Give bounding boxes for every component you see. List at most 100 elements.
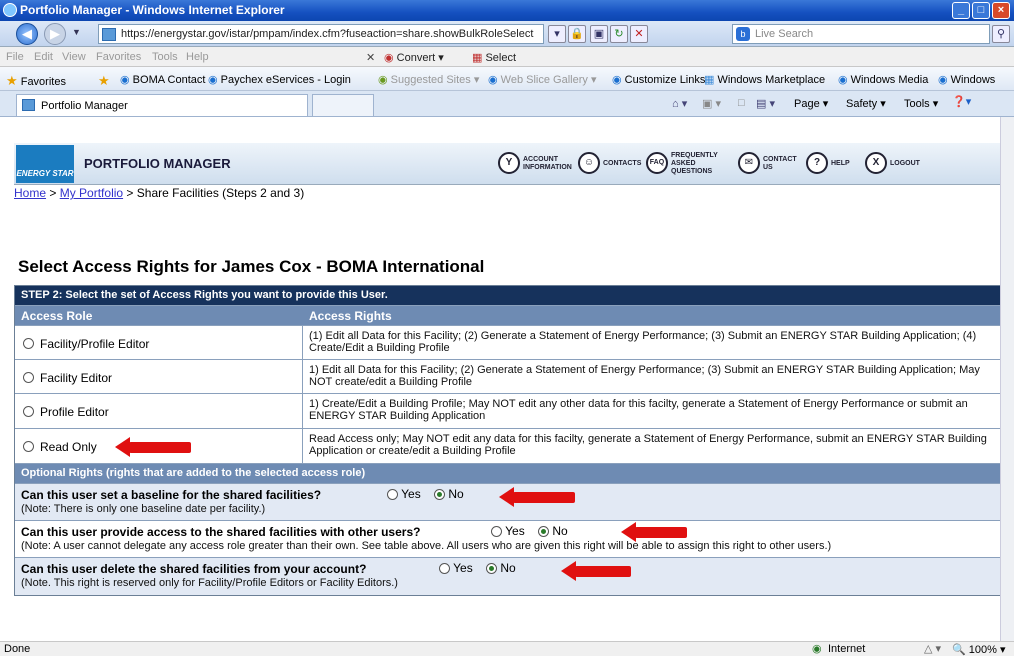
- menu-file[interactable]: File: [6, 51, 24, 63]
- radio-yes[interactable]: [439, 563, 450, 575]
- role-option-profile-editor[interactable]: Profile Editor: [15, 394, 303, 428]
- stop-icon[interactable]: ✕: [630, 25, 648, 43]
- help-circle-icon: ?: [806, 152, 828, 174]
- safety-menu[interactable]: Safety ▾: [846, 97, 886, 110]
- pm-title: PORTFOLIO MANAGER: [84, 156, 231, 171]
- address-dropdown-icon[interactable]: ▾: [548, 25, 566, 43]
- radio-yes[interactable]: [491, 526, 502, 538]
- delegate-no-option[interactable]: No: [538, 524, 568, 538]
- access-rights-table: STEP 2: Select the set of Access Rights …: [14, 285, 1002, 596]
- fav-link-windows[interactable]: ◉ Windows: [938, 73, 995, 86]
- zoom-control[interactable]: 🔍 100% ▾: [952, 643, 1005, 656]
- role-rights-text: Read Access only; May NOT edit any data …: [309, 433, 987, 457]
- read-mail-icon[interactable]: □: [738, 97, 745, 109]
- convert-close-icon[interactable]: ✕: [366, 51, 375, 64]
- lock-icon[interactable]: 🔒: [568, 25, 586, 43]
- optional-row-delete: Can this user delete the shared faciliti…: [15, 558, 1001, 595]
- menu-edit[interactable]: Edit: [34, 51, 53, 63]
- search-input[interactable]: b Live Search: [732, 24, 990, 44]
- close-button[interactable]: ×: [992, 2, 1010, 19]
- new-tab-button[interactable]: [312, 94, 374, 116]
- radio-no[interactable]: [538, 526, 550, 538]
- menu-tools[interactable]: Tools: [152, 51, 178, 63]
- tab-label: Portfolio Manager: [41, 100, 128, 112]
- fav-link-customize[interactable]: ◉ Customize Links: [612, 73, 705, 86]
- windows-icon: ▦: [704, 74, 715, 86]
- compatibility-icon[interactable]: ▣: [590, 25, 608, 43]
- baseline-options: Yes No: [387, 487, 474, 501]
- help-icon[interactable]: ❓▾: [952, 95, 971, 108]
- fav-link-marketplace[interactable]: ▦ Windows Marketplace: [704, 73, 825, 86]
- radio-no[interactable]: [434, 489, 446, 501]
- history-dropdown-icon[interactable]: ▼: [72, 27, 81, 37]
- yes-label: Yes: [453, 561, 473, 575]
- select-button[interactable]: ▦ Select: [472, 51, 516, 64]
- role-rights-text: 1) Create/Edit a Building Profile; May N…: [309, 398, 968, 422]
- fav-link-suggested[interactable]: ◉ Suggested Sites ▾: [378, 73, 479, 86]
- delete-no-option[interactable]: No: [486, 561, 516, 575]
- ie-page-icon: ◉: [938, 74, 948, 86]
- address-field[interactable]: https://energystar.gov/istar/pmpam/index…: [98, 24, 544, 44]
- tools-menu[interactable]: Tools ▾: [904, 97, 938, 110]
- favorites-label: Favorites: [20, 76, 66, 88]
- radio-no[interactable]: [486, 563, 498, 575]
- energy-star-logo[interactable]: ENERGY STAR: [16, 145, 74, 183]
- contacts-icon: ☺: [578, 152, 600, 174]
- role-radio[interactable]: [23, 441, 34, 453]
- table-row: Facility/Profile Editor (1) Edit all Dat…: [15, 326, 1001, 360]
- live-search-icon: b: [736, 27, 750, 41]
- refresh-icon[interactable]: ↻: [610, 25, 628, 43]
- role-option-facility-profile-editor[interactable]: Facility/Profile Editor: [15, 326, 303, 359]
- address-toolbar: ◀ ▶ ▼ https://energystar.gov/istar/pmpam…: [0, 21, 1014, 47]
- minimize-button[interactable]: _: [952, 2, 970, 19]
- zone-label: Internet: [828, 643, 866, 655]
- menu-view[interactable]: View: [62, 51, 86, 63]
- breadcrumb-portfolio[interactable]: My Portfolio: [60, 186, 123, 200]
- role-radio[interactable]: [23, 338, 34, 350]
- menu-favorites[interactable]: Favorites: [96, 51, 141, 63]
- no-label: No: [552, 524, 568, 538]
- page-title: Select Access Rights for James Cox - BOM…: [18, 257, 485, 276]
- tab-portfolio-manager[interactable]: Portfolio Manager: [16, 94, 308, 116]
- role-option-facility-editor[interactable]: Facility Editor: [15, 360, 303, 393]
- maximize-button[interactable]: □: [972, 2, 990, 19]
- vertical-scrollbar[interactable]: [1000, 117, 1014, 641]
- convert-button[interactable]: ◉ Convert ▾: [384, 51, 444, 64]
- breadcrumb-home[interactable]: Home: [14, 186, 46, 200]
- fav-link-webslice[interactable]: ◉ Web Slice Gallery ▾: [488, 73, 596, 86]
- question-text: Can this user set a baseline for the sha…: [21, 488, 322, 502]
- favorites-button[interactable]: ★ Favorites: [6, 73, 66, 89]
- protected-mode-icon[interactable]: △ ▾: [924, 642, 941, 655]
- role-radio[interactable]: [23, 406, 34, 418]
- table-header-row: Access Role Access Rights: [15, 306, 1001, 326]
- address-url: https://energystar.gov/istar/pmpam/index…: [121, 28, 534, 40]
- baseline-no-option[interactable]: No: [434, 487, 464, 501]
- nav-label: ACCOUNT INFORMATION: [523, 156, 572, 171]
- ie-page-icon: ◉: [208, 74, 218, 86]
- page-menu[interactable]: Page ▾: [794, 97, 828, 110]
- fav-link-paychex[interactable]: ◉ Paychex eServices - Login: [208, 73, 351, 86]
- zoom-level: 100%: [968, 644, 997, 656]
- search-button-icon[interactable]: ⚲: [992, 25, 1010, 43]
- delegate-yes-option[interactable]: Yes: [491, 524, 525, 538]
- fav-link-boma[interactable]: ◉ BOMA Contact: [120, 73, 205, 86]
- fav-link-label: Customize Links: [624, 74, 706, 86]
- forward-button[interactable]: ▶: [44, 23, 66, 45]
- fav-link-windows-media[interactable]: ◉ Windows Media: [838, 73, 928, 86]
- radio-yes[interactable]: [387, 489, 398, 501]
- delete-yes-option[interactable]: Yes: [439, 561, 473, 575]
- menu-help[interactable]: Help: [186, 51, 209, 63]
- print-icon[interactable]: ▤ ▾: [756, 97, 775, 110]
- baseline-yes-option[interactable]: Yes: [387, 487, 421, 501]
- ie-page-icon: ◉: [838, 74, 848, 86]
- home-icon[interactable]: ⌂ ▾: [672, 97, 687, 110]
- no-label: No: [500, 561, 516, 575]
- add-favorite-icon[interactable]: ★: [98, 73, 110, 89]
- back-button[interactable]: ◀: [16, 23, 38, 45]
- table-row: Facility Editor 1) Edit all Data for thi…: [15, 360, 1001, 394]
- feeds-icon[interactable]: ▣ ▾: [702, 97, 721, 110]
- fav-link-label: BOMA Contact: [132, 74, 206, 86]
- annotation-arrow: [115, 437, 191, 457]
- role-radio[interactable]: [23, 372, 34, 384]
- yes-label: Yes: [401, 487, 421, 501]
